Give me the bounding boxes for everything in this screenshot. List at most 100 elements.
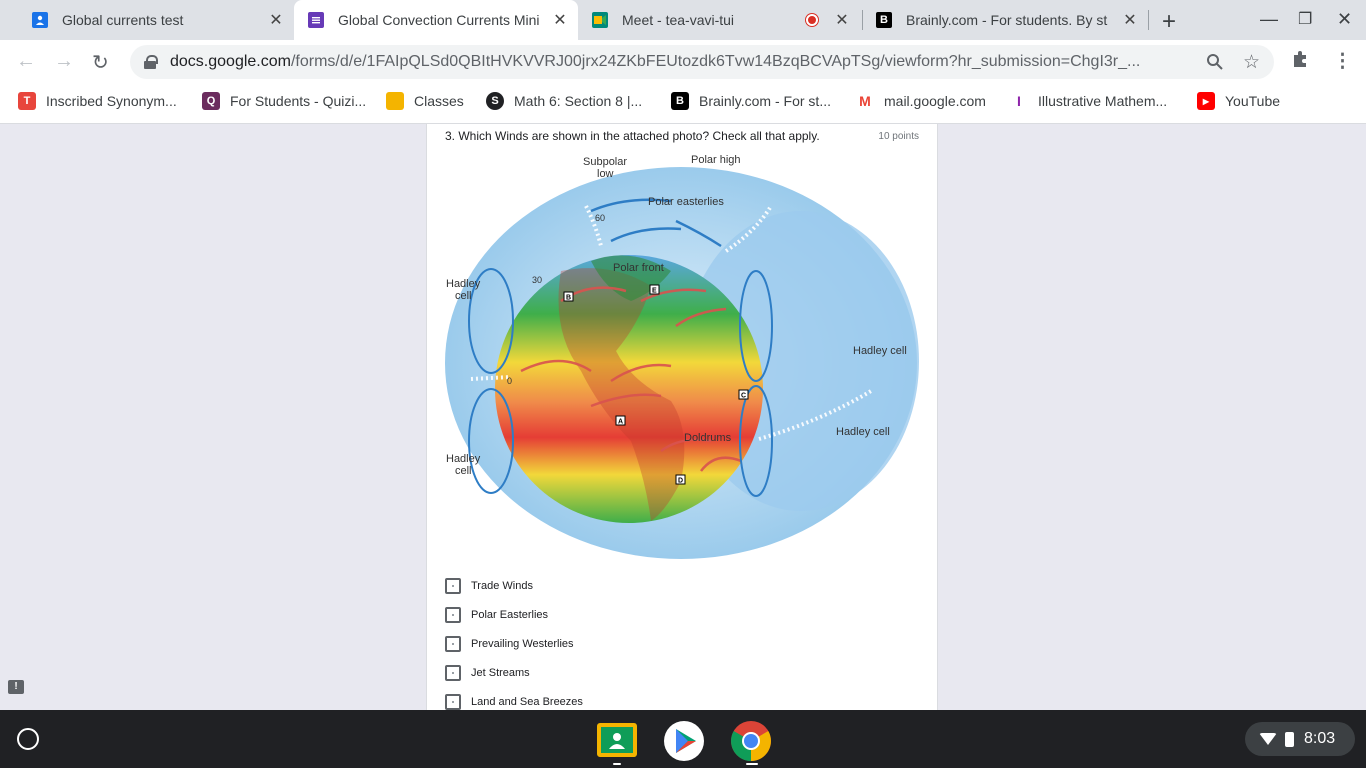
bookmark-favicon-icon [386, 92, 404, 110]
bookmark-item[interactable]: M mail.google.com [856, 92, 986, 110]
bookmark-label: Illustrative Mathem... [1038, 93, 1168, 109]
bookmark-item[interactable]: Classes [386, 92, 464, 110]
option-polar-easterlies[interactable]: Polar Easterlies [445, 600, 583, 629]
label-doldrums: Doldrums [684, 432, 732, 444]
tab-global-convection-currents[interactable]: Global Convection Currents Mini ✕ [294, 0, 578, 40]
question-title: 3. Which Winds are shown in the attached… [445, 129, 820, 143]
close-tab-icon[interactable]: ✕ [550, 10, 570, 30]
label-hadley-right-bottom: Hadley cell [836, 426, 890, 438]
battery-icon [1285, 731, 1294, 747]
checkbox[interactable] [445, 693, 461, 710]
browser-toolbar: ← → ↻ docs.google.com/forms/d/e/1FAIpQLS… [0, 40, 1366, 84]
menu-icon[interactable]: ⋮ [1333, 50, 1352, 73]
bookmark-item[interactable]: B Brainly.com - For st... [671, 92, 831, 110]
option-label: Prevailing Westerlies [471, 637, 574, 650]
global-circulation-figure: B E C A D Subpolar low Polar high Polar … [445, 154, 919, 559]
close-tab-icon[interactable]: ✕ [266, 10, 286, 30]
bookmark-item[interactable]: I Illustrative Mathem... [1010, 92, 1167, 110]
bookmark-label: Classes [414, 93, 464, 109]
bookmark-item[interactable]: Q For Students - Quizi... [202, 92, 366, 110]
star-icon[interactable]: ☆ [1243, 51, 1260, 74]
lock-icon[interactable] [144, 55, 158, 69]
url-path: /forms/d/e/1FAIpQLSd0QBItHVKVVRJ00jrx24Z… [290, 53, 1141, 70]
label-subpolar-low-1: Subpolar [583, 156, 627, 168]
label-polar-front: Polar front [613, 262, 664, 274]
bookmark-favicon-icon: Q [202, 92, 220, 110]
label-lat-60: 60 [595, 213, 605, 223]
bookmark-favicon-icon: ▶ [1197, 92, 1215, 110]
tab-separator [1148, 10, 1149, 30]
minimize-icon[interactable]: — [1260, 9, 1278, 30]
bookmark-favicon-icon: M [856, 92, 874, 110]
tab-strip: Global currents test ✕ Global Convection… [0, 0, 1366, 40]
label-hadley-left-top-1: Hadley [446, 278, 481, 290]
tab-meet[interactable]: Meet - tea-vavi-tui ✕ [578, 0, 860, 40]
option-jet-streams[interactable]: Jet Streams [445, 658, 583, 687]
option-label: Trade Winds [471, 579, 533, 592]
back-icon[interactable]: ← [16, 50, 36, 73]
question-card: 3. Which Winds are shown in the attached… [426, 124, 938, 710]
feedback-icon[interactable]: ! [8, 680, 24, 694]
bookmark-favicon-icon: I [1010, 92, 1028, 110]
option-land-sea-breezes[interactable]: Land and Sea Breezes [445, 687, 583, 710]
forms-icon [308, 12, 324, 28]
recording-icon [806, 14, 818, 26]
checkbox[interactable] [445, 606, 461, 623]
label-polar-easterlies: Polar easterlies [648, 196, 724, 208]
bookmark-label: For Students - Quizi... [230, 93, 367, 109]
bookmark-item[interactable]: T Inscribed Synonym... [18, 92, 177, 110]
tab-title: Global Convection Currents Mini [338, 12, 540, 28]
brainly-icon: B [876, 12, 892, 28]
bookmark-favicon-icon: T [18, 92, 36, 110]
label-hadley-right-top: Hadley cell [853, 345, 907, 357]
close-tab-icon[interactable]: ✕ [1120, 10, 1140, 30]
bookmark-label: Inscribed Synonym... [46, 93, 177, 109]
marker-d: D [678, 478, 683, 485]
marker-a: A [618, 419, 623, 426]
status-tray[interactable]: 8:03 [1245, 722, 1355, 756]
label-hadley-left-top-2: cell [455, 290, 472, 302]
chrome-icon[interactable] [731, 721, 771, 761]
bookmarks-bar: T Inscribed Synonym... Q For Students - … [0, 84, 1366, 124]
bookmark-item[interactable]: ▶ YouTube [1197, 92, 1280, 110]
marker-e: E [652, 288, 657, 295]
checkbox[interactable] [445, 577, 461, 594]
label-subpolar-low-2: low [597, 168, 614, 180]
label-lat-0: 0 [507, 376, 512, 386]
tab-global-currents-test[interactable]: Global currents test ✕ [8, 0, 294, 40]
bookmark-label: Math 6: Section 8 |... [514, 93, 643, 109]
bookmark-item[interactable]: S Math 6: Section 8 |... [486, 92, 642, 110]
restore-icon[interactable]: ❐ [1298, 9, 1312, 29]
url-text[interactable]: docs.google.com/forms/d/e/1FAIpQLSd0QBIt… [170, 53, 1185, 71]
launcher-icon[interactable] [17, 728, 39, 750]
app-running-indicator [613, 763, 621, 765]
tab-title: Global currents test [62, 12, 184, 28]
meet-icon [592, 12, 608, 28]
option-label: Jet Streams [471, 666, 530, 679]
marker-c: C [741, 393, 746, 400]
bookmark-favicon-icon: B [671, 92, 689, 110]
close-tab-icon[interactable]: ✕ [832, 10, 852, 30]
play-store-icon[interactable] [664, 721, 704, 761]
os-shelf: 8:03 [0, 710, 1366, 768]
app-running-indicator [746, 763, 758, 765]
tab-brainly[interactable]: B Brainly.com - For students. By st ✕ [862, 0, 1148, 40]
classroom-app-icon[interactable] [597, 723, 637, 757]
question-points: 10 points [878, 131, 919, 142]
url-host: docs.google.com [170, 53, 291, 70]
close-window-icon[interactable]: ✕ [1337, 9, 1352, 30]
extensions-icon[interactable] [1291, 50, 1309, 74]
address-bar[interactable]: docs.google.com/forms/d/e/1FAIpQLSd0QBIt… [130, 45, 1274, 79]
forward-icon[interactable]: → [54, 50, 74, 73]
checkbox[interactable] [445, 635, 461, 652]
option-trade-winds[interactable]: Trade Winds [445, 571, 583, 600]
classroom-icon [32, 12, 48, 28]
zoom-icon[interactable] [1206, 53, 1223, 75]
new-tab-icon[interactable]: + [1162, 8, 1176, 36]
bookmark-label: YouTube [1225, 93, 1281, 109]
reload-icon[interactable]: ↻ [92, 50, 109, 75]
bookmark-label: mail.google.com [884, 93, 986, 109]
checkbox[interactable] [445, 664, 461, 681]
option-prevailing-westerlies[interactable]: Prevailing Westerlies [445, 629, 583, 658]
tab-title: Brainly.com - For students. By st [906, 12, 1108, 28]
